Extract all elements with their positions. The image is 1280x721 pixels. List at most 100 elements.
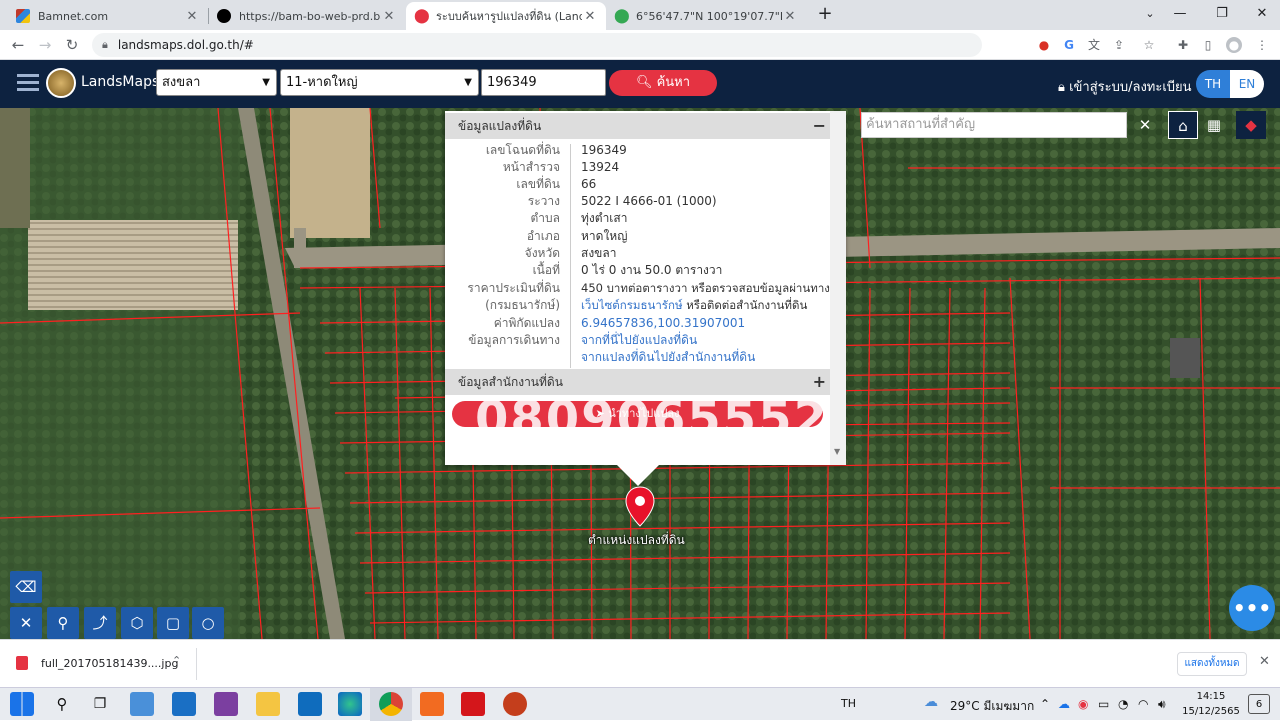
powerpoint-icon[interactable] bbox=[503, 692, 527, 716]
chevron-down-icon: ▼ bbox=[464, 77, 472, 88]
new-tab-button[interactable]: + bbox=[810, 4, 840, 24]
bookmark-star-icon[interactable]: ☆ bbox=[1141, 37, 1157, 53]
draw-line-icon[interactable]: ⤴ bbox=[84, 607, 116, 639]
eraser-icon[interactable]: ⌫ bbox=[10, 571, 42, 603]
hamburger-menu-icon[interactable] bbox=[17, 74, 39, 92]
home-app-icon[interactable] bbox=[420, 692, 444, 716]
input-language[interactable]: TH bbox=[841, 697, 856, 710]
coordinates-link[interactable]: 6.94657836,100.31907001 bbox=[581, 315, 745, 332]
close-window-button[interactable]: ✕ bbox=[1247, 4, 1277, 24]
maximize-button[interactable]: ❐ bbox=[1207, 4, 1237, 24]
province-select[interactable]: สงขลา ▼ bbox=[156, 69, 277, 96]
profile-avatar-icon[interactable]: ● bbox=[1226, 37, 1242, 53]
file-explorer-icon[interactable] bbox=[256, 692, 280, 716]
route-to-parcel-link[interactable]: จากที่นี่ไปยังแปลงที่ดิน bbox=[581, 332, 697, 349]
home-icon[interactable]: ⌂ bbox=[1168, 111, 1198, 139]
info-row: ข้อมูลการเดินทาง จากที่นี่ไปยังแปลงที่ดิน bbox=[445, 332, 830, 349]
reload-icon[interactable]: ↻ bbox=[62, 35, 82, 55]
tools-icon[interactable]: ✕ bbox=[10, 607, 42, 639]
task-view-icon[interactable]: ❐ bbox=[88, 692, 112, 716]
draw-circle-icon[interactable]: ○ bbox=[192, 607, 224, 639]
edge-icon[interactable] bbox=[338, 692, 362, 716]
share-icon[interactable]: ⇪ bbox=[1111, 37, 1127, 53]
tab-bam-bo[interactable]: https://bam-bo-web-prd.bam.co. ✕ bbox=[209, 2, 405, 30]
info-row: ระวาง 5022 I 4666-01 (1000) bbox=[445, 193, 830, 210]
chevron-up-icon[interactable]: ⌃ bbox=[172, 654, 181, 667]
tab-google-maps[interactable]: ⬤ 6°56'47.7"N 100°19'07.7"E - Goo ✕ bbox=[606, 2, 806, 30]
lang-th-button[interactable]: TH bbox=[1196, 70, 1230, 98]
google-icon[interactable]: G bbox=[1061, 37, 1077, 53]
antivirus-icon[interactable]: ◉ bbox=[1078, 697, 1088, 711]
chevron-up-icon[interactable]: ⌃ bbox=[1040, 697, 1050, 711]
layers-icon[interactable]: ◆ bbox=[1236, 111, 1266, 139]
forward-icon[interactable]: → bbox=[35, 35, 55, 55]
blocked-icon[interactable]: ● bbox=[1036, 37, 1052, 53]
close-icon[interactable]: ✕ bbox=[184, 9, 200, 24]
volume-icon[interactable]: 🔊︎ bbox=[1158, 697, 1166, 712]
bamnet-favicon-icon bbox=[16, 9, 30, 23]
row-value: เว็บไซต์กรมธนารักษ์ หรือติดต่อสำนักงานที… bbox=[581, 297, 807, 314]
grid-icon[interactable]: ▦ bbox=[1199, 111, 1229, 139]
browser-toolbar: ← → ↻ 🔒︎ landsmaps.dol.go.th/# ● G 文 ⇪ ☆… bbox=[0, 30, 1280, 60]
draw-point-icon[interactable]: ⚲ bbox=[47, 607, 79, 639]
close-icon[interactable]: ✕ bbox=[782, 9, 798, 24]
route-to-office-link[interactable]: จากแปลงที่ดินไปยังสำนักงานที่ดิน bbox=[581, 349, 755, 366]
show-all-downloads-button[interactable]: แสดงทั้งหมด bbox=[1177, 652, 1247, 676]
place-search-input[interactable]: ค้นหาสถานที่สำคัญ bbox=[861, 112, 1127, 138]
draw-polygon-icon[interactable]: ⬡ bbox=[121, 607, 153, 639]
back-icon[interactable]: ← bbox=[8, 35, 28, 55]
row-value: 5022 I 4666-01 (1000) bbox=[581, 194, 717, 208]
info-row: (กรมธนารักษ์) เว็บไซต์กรมธนารักษ์ หรือติด… bbox=[445, 297, 830, 314]
windows-start-icon[interactable] bbox=[10, 692, 34, 716]
extensions-puzzle-icon[interactable]: ✚ bbox=[1175, 37, 1191, 53]
minimize-button[interactable]: — bbox=[1165, 4, 1195, 24]
download-filename[interactable]: full_201705181439....jpg bbox=[41, 657, 178, 670]
onedrive-icon[interactable]: ☁ bbox=[1058, 697, 1070, 711]
close-icon[interactable]: ✕ bbox=[1259, 654, 1270, 669]
search-icon[interactable]: ⚲ bbox=[50, 692, 74, 716]
location-marker-icon[interactable] bbox=[624, 486, 656, 528]
side-panel-icon[interactable]: ▯ bbox=[1200, 37, 1216, 53]
tab-search-chevron-icon[interactable]: ⌄ bbox=[1135, 4, 1165, 24]
scroll-down-icon[interactable]: ▼ bbox=[834, 447, 840, 456]
translate-icon[interactable]: 文 bbox=[1086, 37, 1102, 53]
parcel-number-input[interactable]: 196349 bbox=[481, 69, 606, 96]
close-icon[interactable]: ✕ bbox=[582, 9, 598, 24]
row-value: หาดใหญ่ bbox=[581, 229, 628, 243]
search-button[interactable]: 🔍︎ ค้นหา bbox=[609, 70, 717, 96]
tab-landsmaps[interactable]: ⬤ ระบบค้นหารูปแปลงที่ดิน (LandsMaps ✕ bbox=[406, 2, 606, 30]
more-options-icon[interactable]: ••• bbox=[1229, 585, 1275, 631]
wifi-icon[interactable]: ◠ bbox=[1138, 697, 1148, 711]
parcel-info-header[interactable]: ข้อมูลแปลงที่ดิน − bbox=[445, 113, 830, 139]
bbs-app-icon[interactable] bbox=[214, 692, 238, 716]
collapse-icon[interactable]: − bbox=[813, 113, 826, 139]
info-row: ตำบล ทุ่งตำเสา bbox=[445, 210, 830, 227]
clear-search-icon[interactable]: ✕ bbox=[1130, 111, 1160, 139]
login-link[interactable]: 🔒︎ เข้าสู่ระบบ/ลงทะเบียน bbox=[1058, 76, 1192, 97]
row-label: เนื้อที่ bbox=[532, 263, 560, 277]
network-icon[interactable]: ◔ bbox=[1118, 697, 1128, 711]
popup-scrollbar[interactable]: ▼ bbox=[830, 111, 846, 465]
store-icon[interactable] bbox=[130, 692, 154, 716]
acrobat-icon[interactable] bbox=[461, 692, 485, 716]
chrome-icon[interactable] bbox=[379, 692, 403, 716]
weather-text[interactable]: 29°C มีเมฆมาก bbox=[950, 697, 1034, 716]
tab-bamnet[interactable]: Bamnet.com ✕ bbox=[8, 2, 208, 30]
row-label: ข้อมูลการเดินทาง bbox=[468, 333, 560, 347]
row-value: 66 bbox=[581, 177, 597, 191]
battery-icon[interactable]: ▭ bbox=[1098, 697, 1109, 711]
address-bar[interactable]: 🔒︎ landsmaps.dol.go.th/# bbox=[92, 33, 982, 57]
notification-icon[interactable]: 6 bbox=[1248, 694, 1270, 714]
lang-en-button[interactable]: EN bbox=[1230, 70, 1264, 98]
district-select[interactable]: 11-หาดใหญ่ ▼ bbox=[280, 69, 479, 96]
outlook-icon[interactable] bbox=[298, 692, 322, 716]
mail-icon[interactable] bbox=[172, 692, 196, 716]
draw-rectangle-icon[interactable]: ▢ bbox=[157, 607, 189, 639]
menu-kebab-icon[interactable]: ⋮ bbox=[1254, 37, 1270, 53]
tab-title: ระบบค้นหารูปแปลงที่ดิน (LandsMaps bbox=[436, 10, 582, 23]
treasury-website-link[interactable]: เว็บไซต์กรมธนารักษ์ bbox=[581, 298, 683, 312]
clock[interactable]: 14:15 15/12/2565 bbox=[1180, 689, 1242, 719]
close-icon[interactable]: ✕ bbox=[381, 9, 397, 24]
row-label: อำเภอ bbox=[526, 229, 560, 243]
row-label: หน้าสำรวจ bbox=[502, 160, 560, 174]
